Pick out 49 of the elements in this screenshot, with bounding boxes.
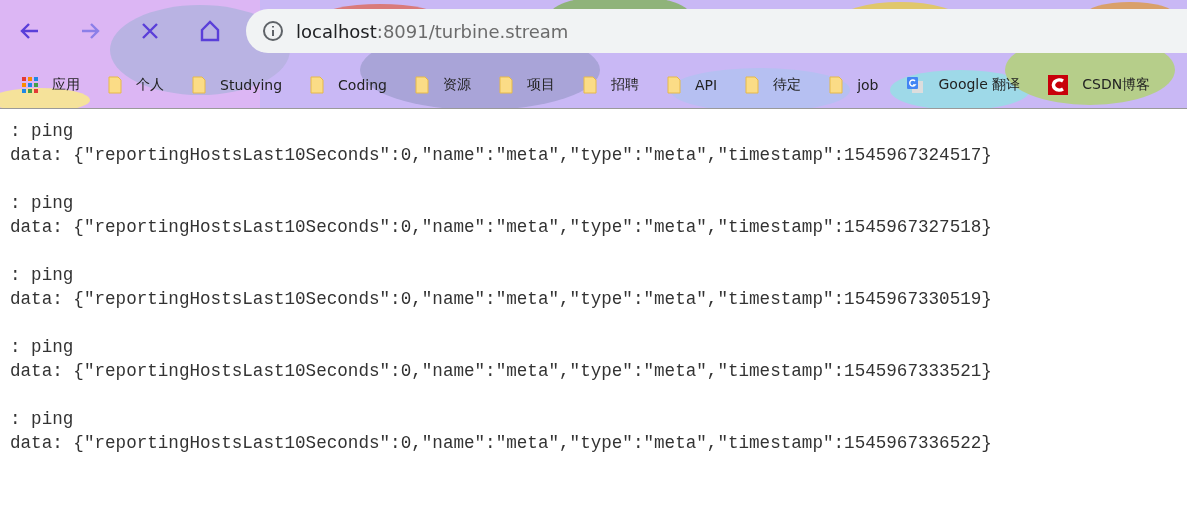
data-line: data: {"reportingHostsLast10Seconds":0,"name":"meta","type":"meta","timestamp":1545967324517} bbox=[10, 145, 992, 165]
ping-comment: : ping bbox=[10, 265, 74, 285]
data-line: data: {"reportingHostsLast10Seconds":0,"name":"meta","type":"meta","timestamp":1545967330519} bbox=[10, 289, 992, 309]
bookmark-label: job bbox=[857, 77, 879, 93]
bookmark-label: 个人 bbox=[136, 76, 164, 94]
home-icon bbox=[198, 19, 222, 43]
bookmark-item[interactable]: 招聘 bbox=[582, 76, 639, 94]
ping-comment: : ping bbox=[10, 121, 74, 141]
bookmark-item[interactable]: API bbox=[666, 76, 718, 94]
info-icon bbox=[262, 20, 284, 42]
bookmark-label: 资源 bbox=[442, 76, 471, 94]
bookmark-label: Studying bbox=[220, 77, 283, 93]
ping-comment: : ping bbox=[10, 409, 74, 429]
url-text: localhost:8091/turbine.stream bbox=[296, 20, 569, 42]
bookmark-label: 待定 bbox=[773, 76, 802, 94]
bookmark-item[interactable]: 资源 bbox=[414, 76, 471, 94]
bookmark-label: Google 翻译 bbox=[938, 76, 1021, 94]
folder-icon bbox=[108, 76, 122, 94]
ping-comment: : ping bbox=[10, 193, 74, 213]
bookmark-item[interactable]: 项目 bbox=[498, 76, 555, 94]
csdn-logo-icon bbox=[1048, 75, 1069, 95]
bookmark-item[interactable]: CSDN博客 bbox=[1048, 75, 1151, 95]
translate-icon bbox=[906, 76, 925, 94]
folder-icon bbox=[666, 76, 681, 94]
bookmark-item[interactable]: Coding bbox=[310, 76, 387, 94]
bookmark-label: CSDN博客 bbox=[1082, 76, 1151, 94]
bookmark-item[interactable]: 个人 bbox=[108, 76, 164, 94]
folder-icon bbox=[745, 76, 760, 94]
folder-icon bbox=[498, 76, 513, 94]
data-line: data: {"reportingHostsLast10Seconds":0,"name":"meta","type":"meta","timestamp":1545967327518} bbox=[10, 217, 992, 237]
folder-icon bbox=[414, 76, 429, 94]
bookmark-item[interactable]: 应用 bbox=[22, 76, 80, 94]
bookmark-item[interactable]: job bbox=[829, 76, 879, 94]
ping-comment: : ping bbox=[10, 337, 74, 357]
folder-icon bbox=[310, 76, 325, 94]
bookmark-item[interactable]: 待定 bbox=[745, 76, 802, 94]
bookmark-label: 招聘 bbox=[610, 76, 639, 94]
folder-icon bbox=[829, 76, 844, 94]
folder-icon bbox=[582, 76, 597, 94]
folder-icon bbox=[192, 76, 206, 94]
bookmark-label: Coding bbox=[338, 77, 387, 93]
apps-grid-icon bbox=[22, 77, 38, 93]
bookmark-item[interactable]: Studying bbox=[192, 76, 283, 94]
bookmark-label: API bbox=[694, 77, 718, 93]
bookmark-label: 应用 bbox=[52, 76, 80, 94]
address-bar[interactable]: localhost:8091/turbine.stream bbox=[246, 9, 1187, 53]
bookmark-label: 项目 bbox=[526, 76, 555, 94]
data-line: data: {"reportingHostsLast10Seconds":0,"name":"meta","type":"meta","timestamp":1545967336522} bbox=[10, 433, 992, 453]
data-line: data: {"reportingHostsLast10Seconds":0,"name":"meta","type":"meta","timestamp":1545967333521} bbox=[10, 361, 992, 381]
